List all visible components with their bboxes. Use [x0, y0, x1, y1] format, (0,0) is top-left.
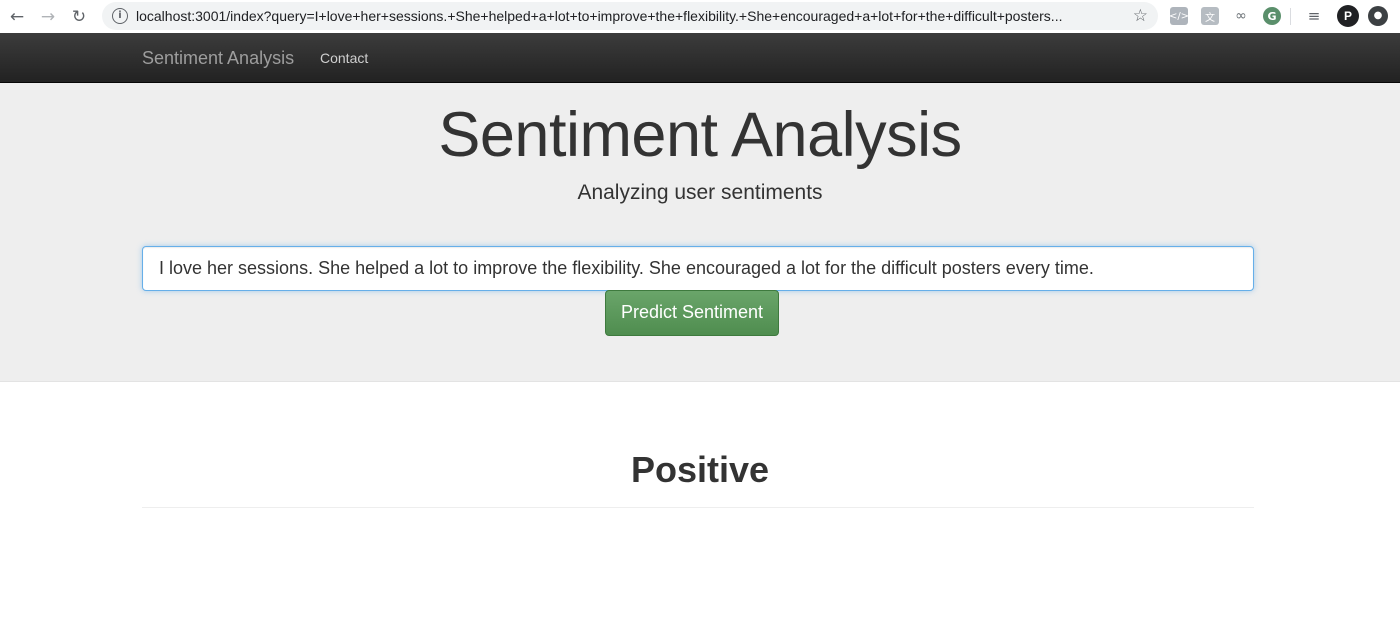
navbar-brand[interactable]: Sentiment Analysis	[142, 47, 294, 69]
sentiment-result: Positive	[630, 449, 770, 490]
address-bar[interactable]: i localhost:3001/index?query=I+love+her+…	[102, 2, 1158, 30]
site-navbar: Sentiment Analysis Contact	[0, 33, 1400, 83]
star-icon[interactable]: ☆	[1133, 6, 1148, 26]
toolbar-divider	[1290, 8, 1291, 25]
code-extension-icon[interactable]: </>	[1169, 7, 1189, 25]
page-title: Sentiment Analysis	[438, 100, 962, 170]
url-text[interactable]: localhost:3001/index?query=I+love+her+se…	[136, 8, 1126, 24]
profile-avatar[interactable]: P	[1337, 5, 1359, 27]
reload-icon[interactable]: ↻	[68, 6, 90, 28]
link-extension-icon[interactable]: ∞	[1232, 7, 1250, 25]
media-control-icon[interactable]: ≡	[1305, 7, 1323, 25]
forward-arrow-icon[interactable]: →	[37, 6, 59, 28]
page-subtitle: Analyzing user sentiments	[577, 181, 823, 204]
hero-section: Sentiment Analysis Analyzing user sentim…	[0, 83, 1400, 382]
extension-menu-icon[interactable]: ●	[1368, 6, 1388, 26]
translate-extension-icon[interactable]: 文	[1201, 7, 1219, 25]
predict-sentiment-button[interactable]: Predict Sentiment	[605, 290, 779, 336]
result-divider	[142, 507, 1254, 508]
query-input[interactable]	[142, 246, 1254, 291]
back-arrow-icon[interactable]: ←	[6, 6, 28, 28]
nav-link-contact[interactable]: Contact	[320, 49, 368, 67]
browser-toolbar: ← → ↻ i localhost:3001/index?query=I+lov…	[0, 0, 1400, 33]
info-icon[interactable]: i	[112, 8, 128, 24]
grammarly-extension-icon[interactable]: G	[1263, 7, 1281, 25]
